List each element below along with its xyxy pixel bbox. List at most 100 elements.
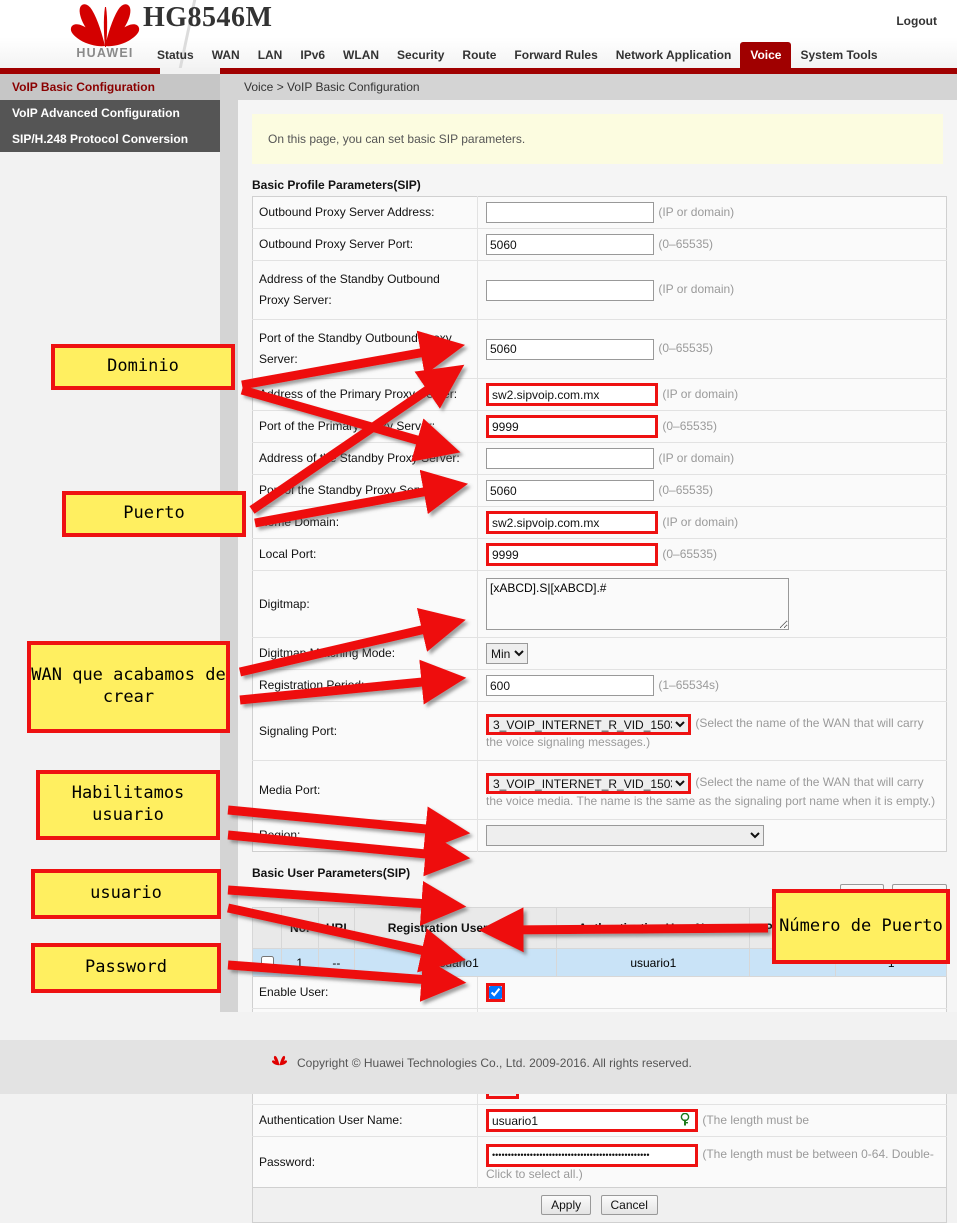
nav-tab-network-application[interactable]: Network Application xyxy=(607,42,741,69)
form-row-outbound-proxy-address: Outbound Proxy Server Address: (IP or do… xyxy=(252,196,947,229)
page-footer: Copyright © Huawei Technologies Co., Ltd… xyxy=(0,1012,957,1094)
nav-tab-wlan[interactable]: WLAN xyxy=(334,42,388,69)
nav-tab-wan[interactable]: WAN xyxy=(203,42,249,69)
nav-tab-system-tools[interactable]: System Tools xyxy=(791,42,886,69)
basic-profile-table: Outbound Proxy Server Address: (IP or do… xyxy=(252,196,947,852)
local-port-input[interactable] xyxy=(486,543,658,566)
row-uri: -- xyxy=(317,948,356,977)
standby-outbound-proxy-address-input[interactable] xyxy=(486,279,654,301)
col-registration-user-name: Registration User Name xyxy=(354,907,558,949)
section-title-basic-user: Basic User Parameters(SIP) xyxy=(252,866,411,880)
standby-proxy-port-input[interactable] xyxy=(486,480,654,501)
sidebar-item-sip-h248-protocol-conversion[interactable]: SIP/H.248 Protocol Conversion xyxy=(0,126,220,152)
col-authentication-user-name: Authentication User Name xyxy=(556,907,751,949)
signaling-port-select[interactable]: 3_VOIP_INTERNET_R_VID_1503 xyxy=(486,713,691,735)
label-primary-proxy-port: Port of the Primary Proxy Server: xyxy=(252,410,478,443)
password-input[interactable] xyxy=(486,1143,698,1167)
value-standby-outbound-proxy-address: (IP or domain) xyxy=(477,260,947,320)
key-icon xyxy=(680,1113,690,1126)
form-row-primary-proxy-address: Address of the Primary Proxy Server: (IP… xyxy=(252,378,947,411)
apply-button[interactable]: Apply xyxy=(541,1195,592,1215)
value-password: (The length must be between 0-64. Double… xyxy=(477,1136,947,1188)
cancel-button[interactable]: Cancel xyxy=(600,1195,658,1215)
label-authentication-user-name: Authentication User Name: xyxy=(252,1104,478,1137)
nav-items: Status WAN LAN IPv6 WLAN Security Route … xyxy=(148,42,887,69)
value-signaling-port: 3_VOIP_INTERNET_R_VID_1503 (Select the n… xyxy=(477,701,947,761)
main-navigation: Status WAN LAN IPv6 WLAN Security Route … xyxy=(0,42,957,69)
form-row-local-port: Local Port: (0–65535) xyxy=(252,538,947,571)
outbound-proxy-address-input[interactable] xyxy=(486,202,654,223)
row-no: 1 xyxy=(280,948,319,977)
sidebar-item-voip-basic-configuration[interactable]: VoIP Basic Configuration xyxy=(0,74,220,100)
sidebar-item-voip-advanced-configuration[interactable]: VoIP Advanced Configuration xyxy=(0,100,220,126)
row-registration-user-name: usuario1 xyxy=(354,948,558,977)
annotation-habilitamos-usuario: Habilitamos usuario xyxy=(36,770,220,840)
registration-period-input[interactable] xyxy=(486,675,654,696)
primary-proxy-port-input[interactable] xyxy=(486,415,658,438)
nav-tab-security[interactable]: Security xyxy=(388,42,453,69)
annotation-usuario: usuario xyxy=(31,869,221,919)
annotation-puerto: Puerto xyxy=(62,491,246,537)
hint-primary-proxy-port: (0–65535) xyxy=(662,418,718,433)
content-area: Voice > VoIP Basic Configuration On this… xyxy=(238,74,957,1223)
hint-home-domain: (IP or domain) xyxy=(662,514,739,529)
digitmap-matching-mode-select[interactable]: Min xyxy=(486,643,528,664)
value-outbound-proxy-port: (0–65535) xyxy=(477,228,947,261)
hint-standby-proxy-address: (IP or domain) xyxy=(658,450,735,465)
primary-proxy-address-input[interactable] xyxy=(486,383,658,406)
value-region xyxy=(477,819,947,852)
enable-user-highlight xyxy=(486,983,505,1002)
form-row-digitmap-matching-mode: Digitmap Matching Mode: Min xyxy=(252,637,947,670)
huawei-footer-logo-icon xyxy=(271,1055,288,1066)
label-digitmap: Digitmap: xyxy=(252,570,478,638)
form-row-media-port: Media Port: 3_VOIP_INTERNET_R_VID_1503 (… xyxy=(252,760,947,820)
outbound-proxy-port-input[interactable] xyxy=(486,234,654,255)
value-standby-proxy-address: (IP or domain) xyxy=(477,442,947,475)
info-banner: On this page, you can set basic SIP para… xyxy=(252,114,943,164)
enable-user-checkbox[interactable] xyxy=(489,986,502,999)
media-port-select[interactable]: 3_VOIP_INTERNET_R_VID_1503 xyxy=(486,772,691,794)
value-media-port: 3_VOIP_INTERNET_R_VID_1503 (Select the n… xyxy=(477,760,947,820)
annotation-password: Password xyxy=(31,943,221,993)
form-row-home-domain: Home Domain: (IP or domain) xyxy=(252,506,947,539)
hint-registration-period: (1–65534s) xyxy=(658,677,720,692)
form-row-password: Password: (The length must be between 0-… xyxy=(252,1136,947,1188)
annotation-numero-de-puerto: Número de Puerto xyxy=(772,889,950,964)
annotation-dominio: Dominio xyxy=(51,344,235,390)
value-digitmap-matching-mode: Min xyxy=(477,637,947,670)
value-home-domain: (IP or domain) xyxy=(477,506,947,539)
nav-tab-lan[interactable]: LAN xyxy=(249,42,292,69)
value-standby-outbound-proxy-port: (0–65535) xyxy=(477,319,947,379)
nav-tab-ipv6[interactable]: IPv6 xyxy=(291,42,334,69)
row-select-cell[interactable] xyxy=(252,948,282,977)
nav-tab-status[interactable]: Status xyxy=(148,42,203,69)
form-row-standby-outbound-proxy-address: Address of the Standby Outbound Proxy Se… xyxy=(252,260,947,320)
value-primary-proxy-port: (0–65535) xyxy=(477,410,947,443)
nav-tab-route[interactable]: Route xyxy=(453,42,505,69)
col-no: No. xyxy=(280,907,319,949)
region-select[interactable] xyxy=(486,825,764,846)
label-standby-outbound-proxy-port: Port of the Standby Outbound Proxy Serve… xyxy=(252,319,478,379)
standby-proxy-address-input[interactable] xyxy=(486,448,654,469)
home-domain-input[interactable] xyxy=(486,511,658,534)
row-select-checkbox[interactable] xyxy=(260,956,274,969)
value-digitmap: [xABCD].S|[xABCD].# xyxy=(477,570,947,638)
digitmap-textarea[interactable]: [xABCD].S|[xABCD].# xyxy=(486,578,789,630)
standby-outbound-proxy-port-input[interactable] xyxy=(486,338,654,360)
logout-button[interactable]: Logout xyxy=(896,14,937,28)
device-model-title: HG8546M xyxy=(143,2,273,33)
form-row-outbound-proxy-port: Outbound Proxy Server Port: (0–65535) xyxy=(252,228,947,261)
hint-standby-outbound-proxy-port: (0–65535) xyxy=(658,341,714,356)
form-row-standby-outbound-proxy-port: Port of the Standby Outbound Proxy Serve… xyxy=(252,319,947,379)
hint-outbound-proxy-address: (IP or domain) xyxy=(658,204,735,219)
value-standby-proxy-port: (0–65535) xyxy=(477,474,947,507)
value-outbound-proxy-address: (IP or domain) xyxy=(477,196,947,229)
label-local-port: Local Port: xyxy=(252,538,478,571)
authentication-user-name-input[interactable] xyxy=(486,1109,698,1132)
sidebar-gutter xyxy=(220,74,238,1012)
nav-tab-voice[interactable]: Voice xyxy=(740,42,792,69)
form-row-signaling-port: Signaling Port: 3_VOIP_INTERNET_R_VID_15… xyxy=(252,701,947,761)
annotation-wan-que-acabamos-de-crear: WAN que acabamos de crear xyxy=(27,641,230,733)
nav-tab-forward-rules[interactable]: Forward Rules xyxy=(505,42,606,69)
label-media-port: Media Port: xyxy=(252,760,478,820)
